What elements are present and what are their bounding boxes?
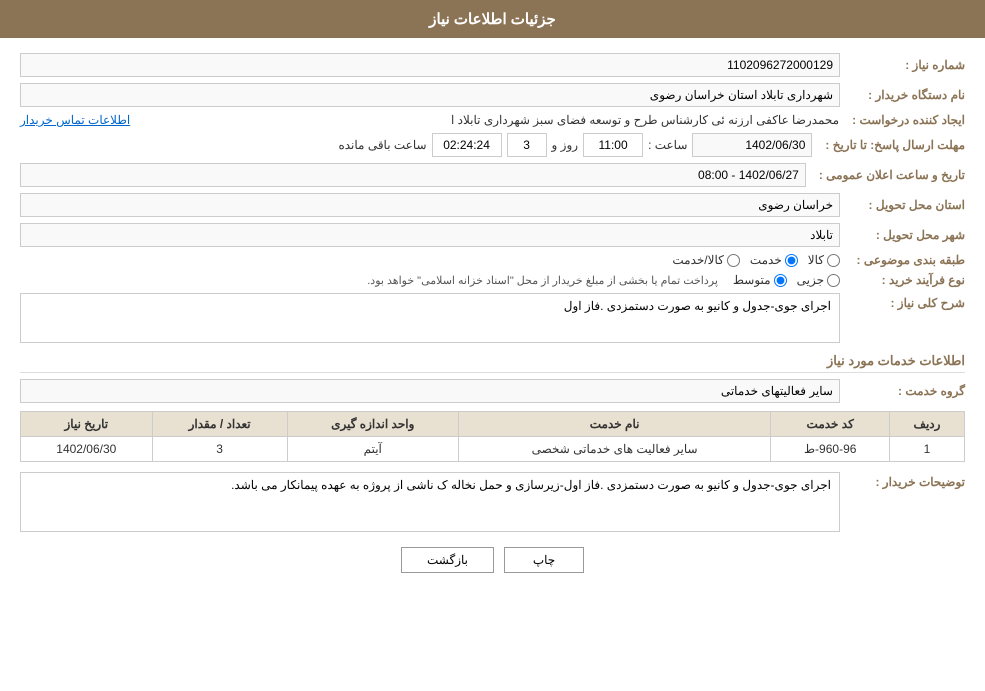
- mohlat-remaining-input: [432, 133, 502, 157]
- print-button[interactable]: چاپ: [504, 547, 584, 573]
- shahr-input: [20, 223, 840, 247]
- ij-konande-label: ایجاد کننده درخواست :: [844, 113, 965, 127]
- cell-tedad: 3: [152, 437, 287, 462]
- col-radif: ردیف: [890, 412, 965, 437]
- shomara-niaz-input: [20, 53, 840, 77]
- nooe-farayand-row: نوع فرآیند خرید : جزیی متوسط پرداخت تمام…: [20, 273, 965, 287]
- mohlat-label: مهلت ارسال پاسخ: تا تاریخ :: [817, 138, 965, 152]
- cell-vahed: آیتم: [287, 437, 458, 462]
- nooe-motavaset-label: متوسط: [733, 273, 771, 287]
- mohlat-time-label: ساعت :: [648, 138, 687, 152]
- tabaqe-kala-radio[interactable]: [827, 254, 840, 267]
- group-row: گروه خدمت :: [20, 379, 965, 403]
- group-input: [20, 379, 840, 403]
- nooe-radio-group: جزیی متوسط: [733, 273, 840, 287]
- nooe-description: پرداخت تمام یا بخشی از مبلغ خریدار از مح…: [367, 274, 718, 287]
- cell-radif: 1: [890, 437, 965, 462]
- nam-dastgah-row: نام دستگاه خریدار :: [20, 83, 965, 107]
- nooe-motavaset-item[interactable]: متوسط: [733, 273, 787, 287]
- nam-dastgah-label: نام دستگاه خریدار :: [845, 88, 965, 102]
- mohlat-remaining-label: ساعت باقی مانده: [338, 138, 426, 152]
- mohlat-roz-label: روز و: [552, 138, 579, 152]
- col-tedad: تعداد / مقدار: [152, 412, 287, 437]
- services-section-title: اطلاعات خدمات مورد نیاز: [20, 353, 965, 373]
- shahr-label: شهر محل تحویل :: [845, 228, 965, 242]
- mohlat-row: مهلت ارسال پاسخ: تا تاریخ : ساعت : روز و…: [20, 133, 965, 157]
- shomara-niaz-label: شماره نیاز :: [845, 58, 965, 72]
- back-button[interactable]: بازگشت: [401, 547, 494, 573]
- ostan-row: استان محل تحویل :: [20, 193, 965, 217]
- group-label: گروه خدمت :: [845, 384, 965, 398]
- mohlat-roz-input: [507, 133, 547, 157]
- tabaqe-khadamat-label: خدمت: [750, 253, 782, 267]
- tabaqe-kala-label: کالا: [808, 253, 824, 267]
- cell-kod: 960-96-ط: [771, 437, 890, 462]
- ostan-input: [20, 193, 840, 217]
- contact-info-link[interactable]: اطلاعات تماس خریدار: [20, 113, 130, 127]
- ij-konande-value: محمدرضا عاکفی ارزنه ئی کارشناس طرح و توس…: [144, 113, 840, 127]
- page-title: جزئیات اطلاعات نیاز: [429, 11, 556, 28]
- cell-name: سایر فعالیت های خدماتی شخصی: [458, 437, 771, 462]
- sharh-row: شرح کلی نیاز : اجرای جوی-جدول و کانیو به…: [20, 293, 965, 343]
- tosifat-label: توضیحات خریدار :: [845, 475, 965, 489]
- sharh-textarea: اجرای جوی-جدول و کانیو به صورت دستمزدی .…: [20, 293, 840, 343]
- tarikh-ilan-label: تاریخ و ساعت اعلان عمومی :: [811, 168, 965, 182]
- nooe-farayand-label: نوع فرآیند خرید :: [845, 273, 965, 287]
- ij-konande-row: ایجاد کننده درخواست : محمدرضا عاکفی ارزن…: [20, 113, 965, 127]
- col-vahed: واحد اندازه گیری: [287, 412, 458, 437]
- services-table: ردیف کد خدمت نام خدمت واحد اندازه گیری ت…: [20, 411, 965, 462]
- shomara-niaz-row: شماره نیاز :: [20, 53, 965, 77]
- mohlat-time-input: [583, 133, 643, 157]
- sharh-label: شرح کلی نیاز :: [845, 296, 965, 310]
- col-kod: کد خدمت: [771, 412, 890, 437]
- col-name: نام خدمت: [458, 412, 771, 437]
- tabaqe-kala-khadamat-radio[interactable]: [727, 254, 740, 267]
- tabaqe-row: طبقه بندی موضوعی : کالا خدمت کالا/خدمت: [20, 253, 965, 267]
- tabaqe-khadamat-radio[interactable]: [785, 254, 798, 267]
- nooe-jozii-radio[interactable]: [827, 274, 840, 287]
- button-row: چاپ بازگشت: [20, 547, 965, 573]
- ostan-label: استان محل تحویل :: [845, 198, 965, 212]
- mohlat-date-input: [692, 133, 812, 157]
- nam-dastgah-input: [20, 83, 840, 107]
- tabaqe-label: طبقه بندی موضوعی :: [845, 253, 965, 267]
- col-tarikh: تاریخ نیاز: [21, 412, 153, 437]
- tabaqe-kala-item[interactable]: کالا: [808, 253, 840, 267]
- page-header: جزئیات اطلاعات نیاز: [0, 0, 985, 38]
- shahr-row: شهر محل تحویل :: [20, 223, 965, 247]
- nooe-motavaset-radio[interactable]: [774, 274, 787, 287]
- table-row: 1960-96-طسایر فعالیت های خدماتی شخصیآیتم…: [21, 437, 965, 462]
- cell-tarikh: 1402/06/30: [21, 437, 153, 462]
- nooe-jozii-label: جزیی: [797, 273, 824, 287]
- tabaqe-kala-khadamat-label: کالا/خدمت: [672, 253, 723, 267]
- tabaqe-kala-khadamat-item[interactable]: کالا/خدمت: [672, 253, 739, 267]
- tosifat-row: توضیحات خریدار : اجرای جوی-جدول و کانیو …: [20, 472, 965, 532]
- tarikh-ilan-row: تاریخ و ساعت اعلان عمومی :: [20, 163, 965, 187]
- tabaqe-radio-group: کالا خدمت کالا/خدمت: [672, 253, 840, 267]
- tarikh-ilan-input: [20, 163, 806, 187]
- tosifat-textarea: اجرای جوی-جدول و کانیو به صورت دستمزدی .…: [20, 472, 840, 532]
- nooe-jozii-item[interactable]: جزیی: [797, 273, 840, 287]
- tabaqe-khadamat-item[interactable]: خدمت: [750, 253, 798, 267]
